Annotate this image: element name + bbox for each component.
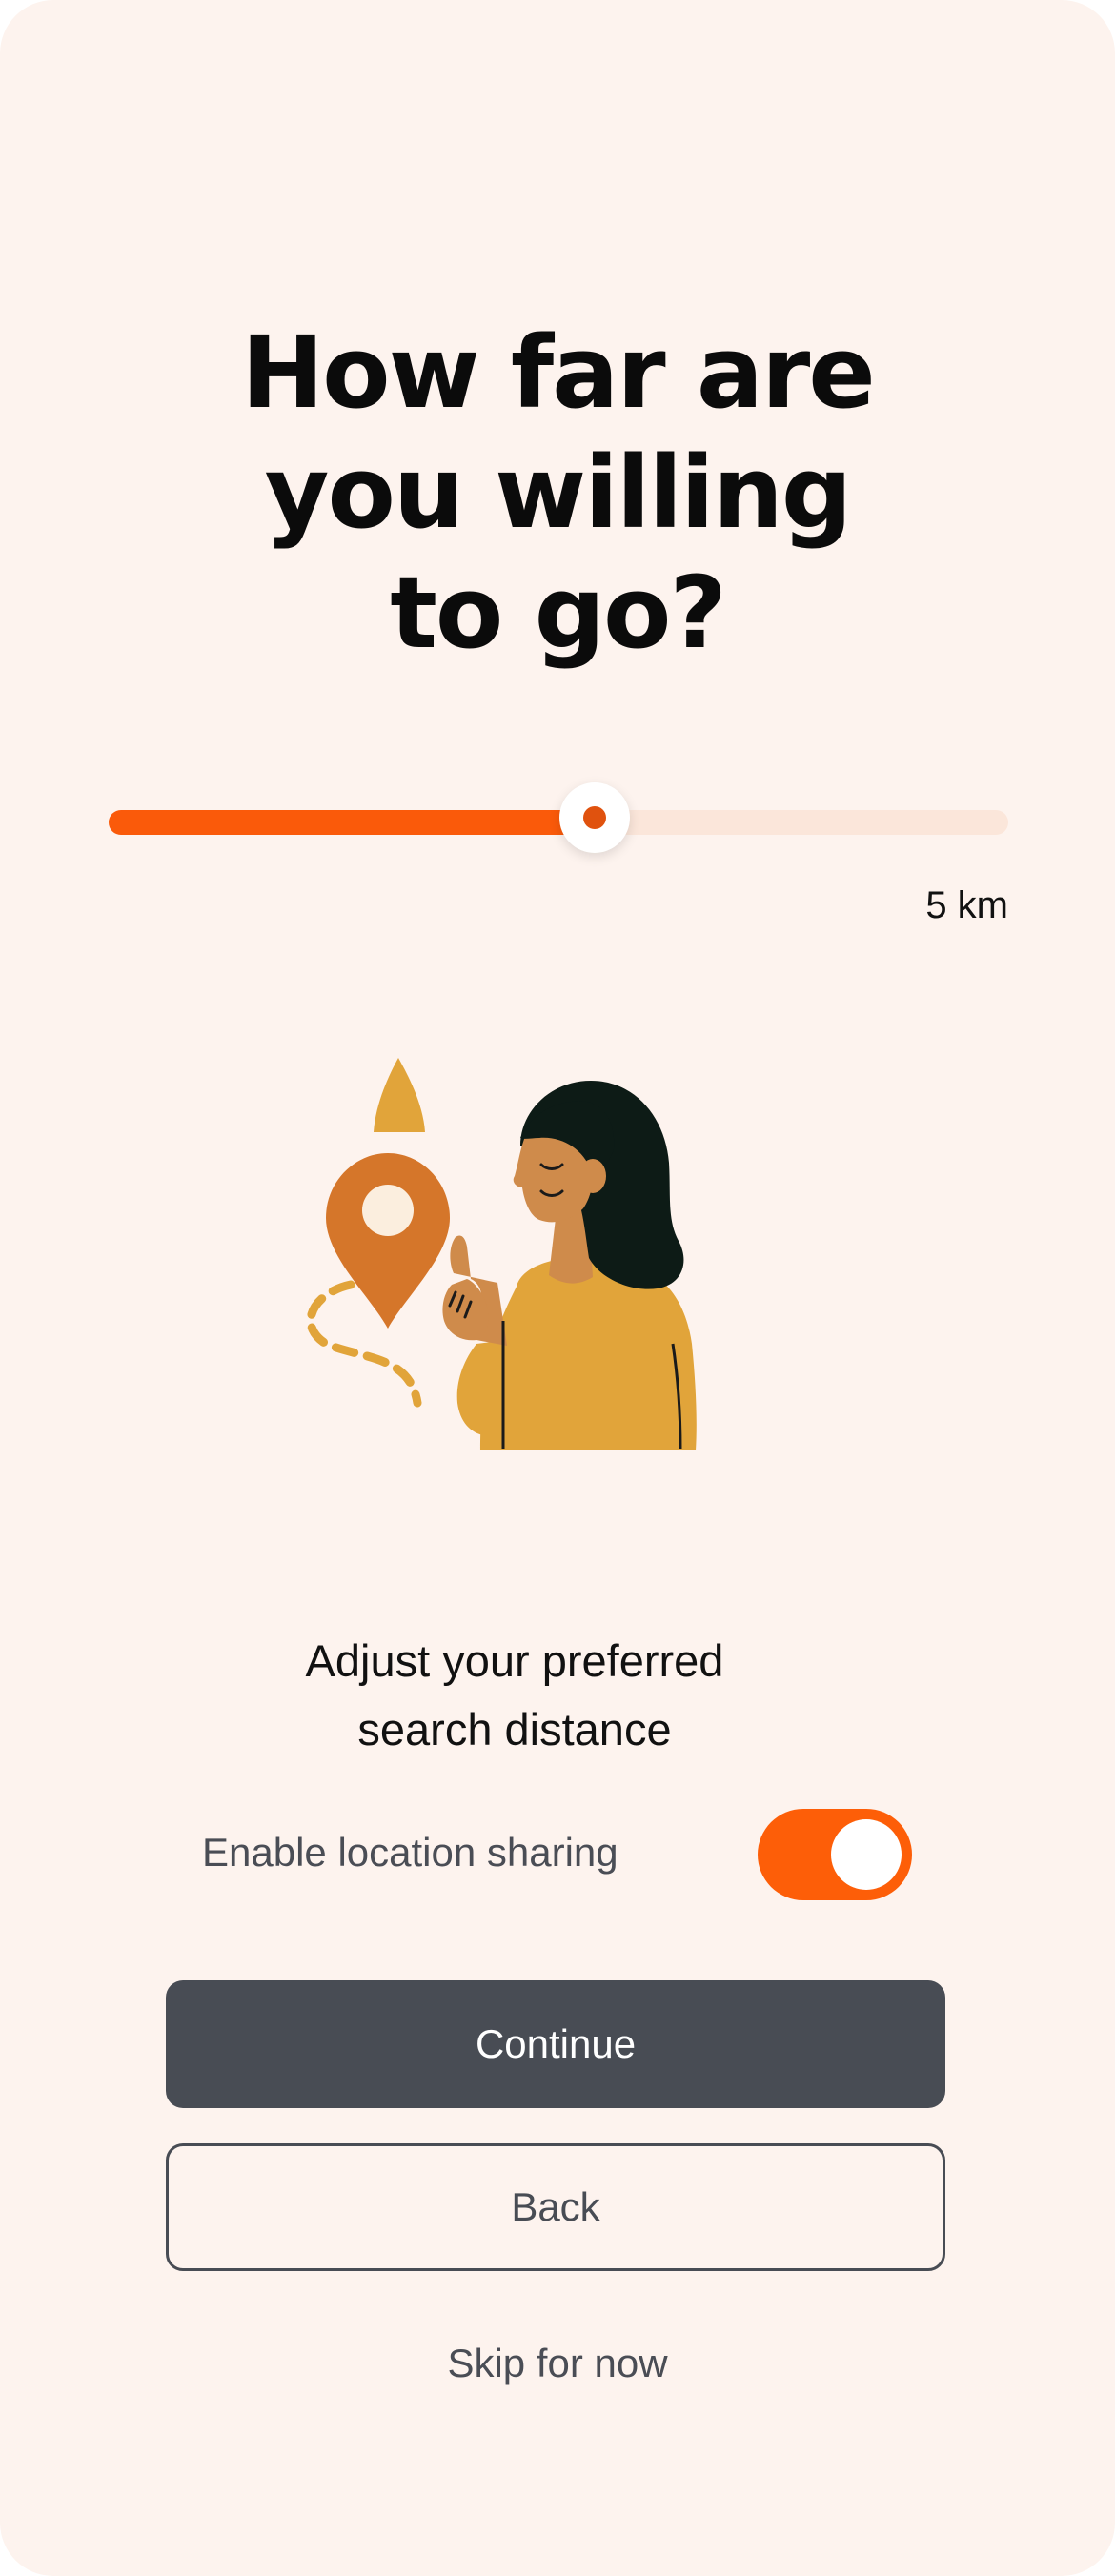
map-pin-icon	[326, 1153, 450, 1329]
location-pin-woman-illustration	[286, 1058, 743, 1458]
title-line: to go?	[390, 554, 727, 671]
toggle-knob	[831, 1819, 902, 1890]
back-button[interactable]: Back	[166, 2143, 945, 2271]
onboarding-screen: How far are you willing to go? 5 km Adju…	[0, 0, 1115, 2576]
location-sharing-label: Enable location sharing	[202, 1830, 618, 1875]
page-subtitle: Adjust your preferred search distance	[229, 1627, 801, 1764]
title-line: How far are	[241, 314, 876, 431]
distance-slider[interactable]	[109, 782, 1008, 853]
slider-thumb[interactable]	[558, 782, 630, 853]
skip-link[interactable]: Skip for now	[0, 2341, 1115, 2386]
continue-button[interactable]: Continue	[166, 1980, 945, 2108]
subtitle-line: Adjust your preferred	[305, 1635, 724, 1686]
drop-shape	[374, 1058, 425, 1132]
subtitle-line: search distance	[357, 1704, 672, 1755]
page-title: How far are you willing to go?	[0, 313, 1115, 673]
slider-fill	[109, 810, 595, 835]
distance-value: 5 km	[925, 884, 1008, 926]
title-line: you willing	[264, 434, 853, 551]
location-sharing-toggle[interactable]	[758, 1809, 912, 1900]
location-sharing-row: Enable location sharing	[202, 1809, 912, 1900]
